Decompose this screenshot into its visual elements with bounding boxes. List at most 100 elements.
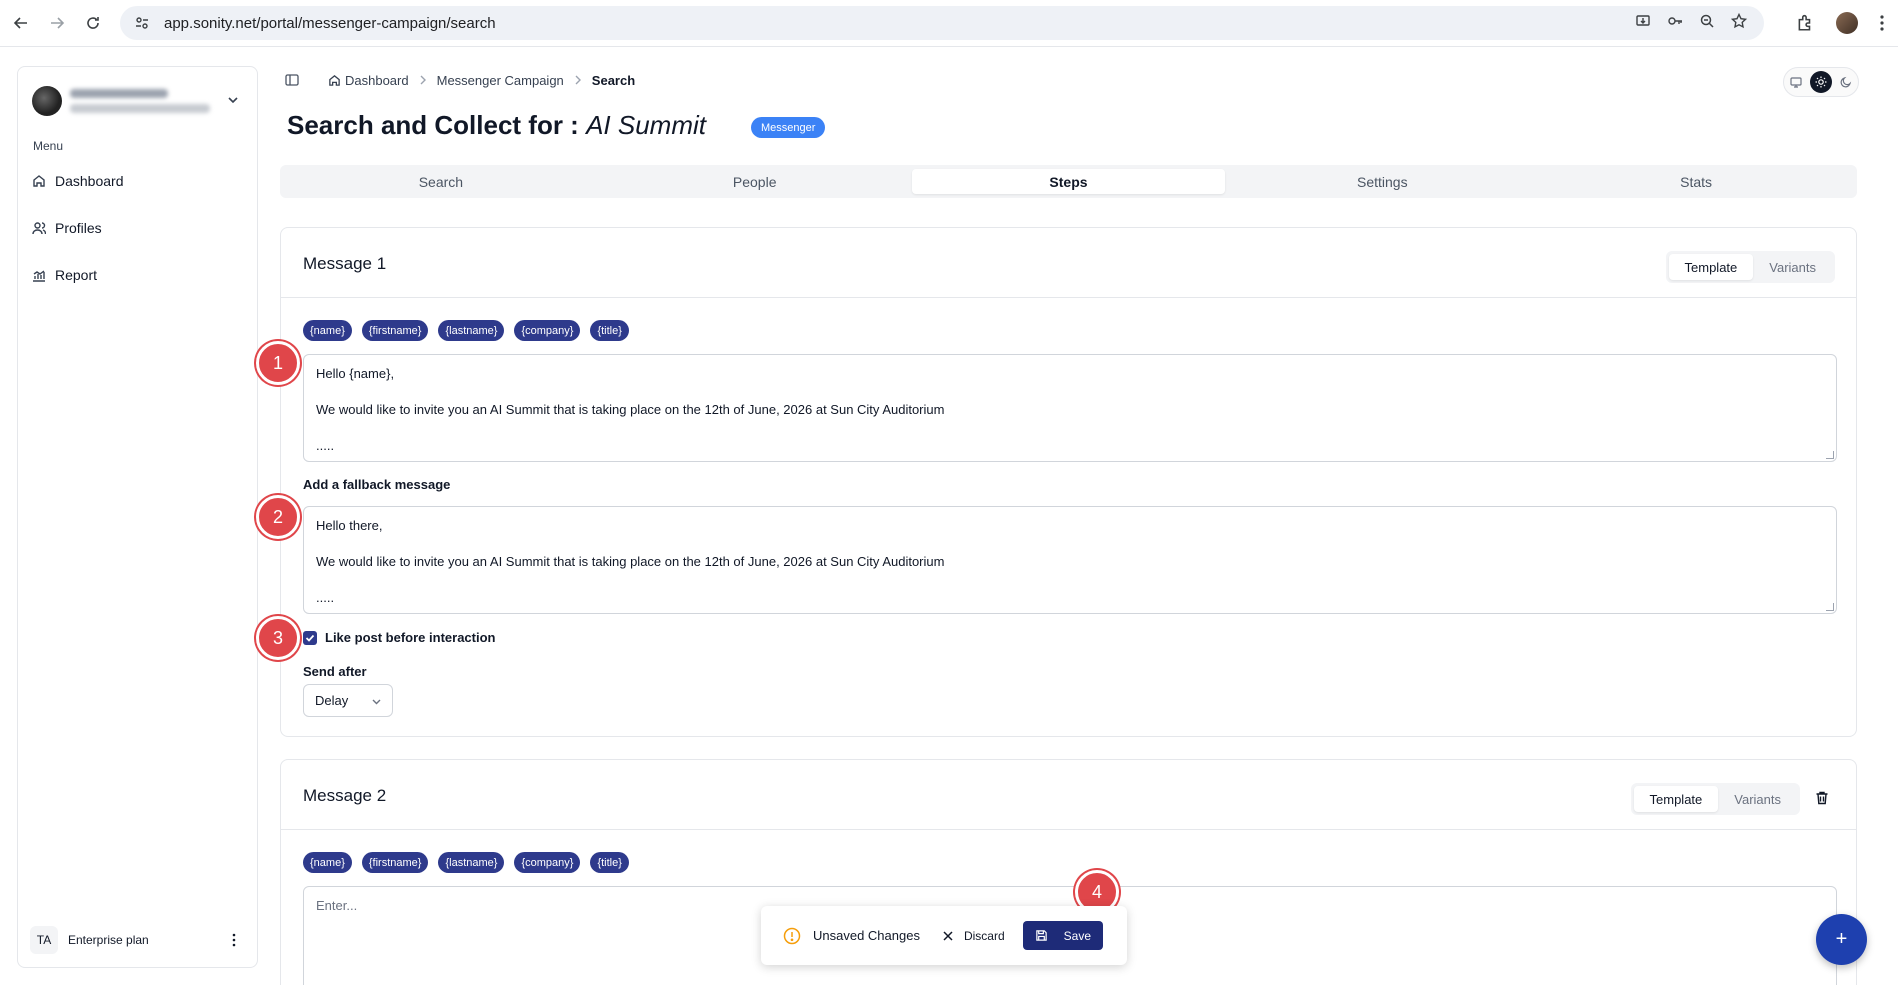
- sidebar-item-dashboard[interactable]: Dashboard: [32, 166, 244, 196]
- zoom-icon[interactable]: [1698, 12, 1716, 30]
- sidebar: Menu Dashboard Profiles Report TA Enterp…: [17, 66, 258, 968]
- like-post-checkbox[interactable]: [303, 630, 317, 645]
- bookmark-star-icon[interactable]: [1730, 12, 1748, 30]
- tab-settings[interactable]: Settings: [1225, 169, 1539, 194]
- breadcrumb: Dashboard Messenger Campaign Search: [284, 70, 635, 90]
- browser-menu-icon[interactable]: [1880, 15, 1884, 31]
- moon-icon[interactable]: [1835, 71, 1857, 93]
- fallback-label: Add a fallback message: [303, 477, 451, 492]
- variable-chip-firstname[interactable]: {firstname}: [361, 320, 429, 341]
- sidebar-item-profiles[interactable]: Profiles: [32, 213, 244, 243]
- message-1-card: Message 1 Template Variants {name} {firs…: [280, 227, 1857, 737]
- discard-button[interactable]: Discard: [942, 929, 1005, 943]
- browser-right-actions: [1796, 12, 1884, 34]
- browser-profile-avatar[interactable]: [1836, 12, 1858, 34]
- variable-chip-company[interactable]: {company}: [514, 852, 581, 873]
- message-line: We would like to invite you an AI Summit…: [316, 402, 945, 417]
- forward-icon[interactable]: [42, 8, 72, 38]
- breadcrumb-messenger-campaign[interactable]: Messenger Campaign: [437, 73, 564, 88]
- like-post-option[interactable]: Like post before interaction: [303, 630, 495, 645]
- campaign-name: AI Summit: [586, 110, 706, 140]
- menu-label: Menu: [33, 139, 64, 153]
- monitor-icon[interactable]: [1785, 71, 1807, 93]
- template-variant-toggle: Template Variants: [1665, 251, 1835, 283]
- extensions-icon[interactable]: [1796, 14, 1814, 32]
- back-icon[interactable]: [6, 8, 36, 38]
- message-line: .....: [316, 438, 335, 453]
- variants-toggle[interactable]: Variants: [1718, 786, 1797, 812]
- tab-people[interactable]: People: [598, 169, 912, 194]
- address-bar-actions: [1634, 12, 1748, 30]
- variants-toggle[interactable]: Variants: [1753, 254, 1832, 280]
- message-line: Hello {name},: [316, 366, 395, 381]
- breadcrumb-dashboard[interactable]: Dashboard: [328, 73, 409, 88]
- chevron-down-icon[interactable]: [226, 93, 240, 107]
- send-after-value: Delay: [315, 693, 349, 708]
- tab-stats[interactable]: Stats: [1539, 169, 1853, 194]
- card-title: Message 1: [303, 254, 387, 273]
- check-icon: [305, 634, 315, 642]
- password-key-icon[interactable]: [1666, 12, 1684, 30]
- campaign-tabs: Search People Steps Settings Stats: [280, 165, 1857, 198]
- url-text[interactable]: app.sonity.net/portal/messenger-campaign…: [164, 15, 496, 32]
- chevron-down-icon: [372, 699, 381, 705]
- discard-label: Discard: [963, 928, 1005, 943]
- annotation-marker-3: 3: [256, 616, 300, 660]
- breadcrumb-label: Dashboard: [345, 72, 409, 88]
- toggle-sidebar-icon[interactable]: [284, 72, 300, 88]
- template-variant-toggle: Template Variants: [1630, 783, 1800, 815]
- template-toggle[interactable]: Template: [1633, 786, 1719, 812]
- close-icon: [943, 930, 953, 941]
- theme-switcher: [1783, 67, 1859, 97]
- message-textarea[interactable]: Hello {name}, We would like to invite yo…: [303, 354, 1837, 462]
- address-bar[interactable]: app.sonity.net/portal/messenger-campaign…: [120, 6, 1764, 40]
- sun-icon[interactable]: [1809, 71, 1832, 93]
- variable-chip-name[interactable]: {name}: [303, 320, 352, 341]
- variable-chip-lastname[interactable]: {lastname}: [438, 320, 505, 341]
- site-settings-icon[interactable]: [134, 15, 150, 31]
- channel-badge: Messenger: [751, 117, 826, 138]
- breadcrumb-current: Search: [591, 72, 636, 88]
- variable-chips: {name} {firstname} {lastname} {company} …: [303, 852, 629, 873]
- save-icon: [1035, 930, 1047, 941]
- sidebar-item-label: Dashboard: [55, 173, 124, 189]
- like-post-label: Like post before interaction: [325, 630, 496, 645]
- resize-handle[interactable]: [1826, 603, 1834, 611]
- save-button[interactable]: Save: [1022, 921, 1104, 950]
- variable-chip-firstname[interactable]: {firstname}: [361, 852, 429, 873]
- sidebar-item-label: Profiles: [55, 220, 102, 236]
- resize-handle[interactable]: [1826, 451, 1834, 459]
- sidebar-item-report[interactable]: Report: [32, 260, 244, 290]
- chevron-right-icon: [420, 75, 426, 85]
- fallback-line: .....: [316, 590, 335, 605]
- variable-chip-name[interactable]: {name}: [303, 852, 352, 873]
- variable-chip-company[interactable]: {company}: [514, 320, 581, 341]
- trash-icon[interactable]: [1814, 790, 1830, 806]
- annotation-marker-1: 1: [256, 341, 300, 385]
- tab-search[interactable]: Search: [284, 169, 598, 194]
- send-after-select[interactable]: Delay: [303, 684, 393, 717]
- reload-icon[interactable]: [78, 8, 108, 38]
- page-title: Search and Collect for : AI Summit: [287, 110, 706, 141]
- fallback-textarea[interactable]: Hello there, We would like to invite you…: [303, 506, 1837, 614]
- avatar: [32, 86, 62, 116]
- variable-chip-lastname[interactable]: {lastname}: [438, 852, 505, 873]
- team-initials: TA: [30, 926, 58, 954]
- home-icon: [33, 175, 45, 187]
- variable-chip-title[interactable]: {title}: [590, 320, 629, 341]
- variable-chip-title[interactable]: {title}: [590, 852, 629, 873]
- fallback-line: Hello there,: [316, 518, 383, 533]
- install-app-icon[interactable]: [1634, 12, 1652, 30]
- user-switcher[interactable]: [32, 81, 244, 121]
- card-title: Message 2: [303, 786, 387, 805]
- users-icon: [32, 222, 46, 235]
- chevron-right-icon: [575, 75, 581, 85]
- add-step-button[interactable]: +: [1816, 914, 1867, 965]
- browser-toolbar: app.sonity.net/portal/messenger-campaign…: [0, 0, 1898, 47]
- more-vertical-icon[interactable]: [226, 932, 242, 948]
- tab-steps[interactable]: Steps: [911, 169, 1226, 194]
- plan-name: Enterprise plan: [68, 933, 149, 947]
- template-toggle[interactable]: Template: [1668, 254, 1754, 280]
- plan-footer: TA Enterprise plan: [30, 923, 246, 957]
- user-identity-blurred: [70, 89, 210, 113]
